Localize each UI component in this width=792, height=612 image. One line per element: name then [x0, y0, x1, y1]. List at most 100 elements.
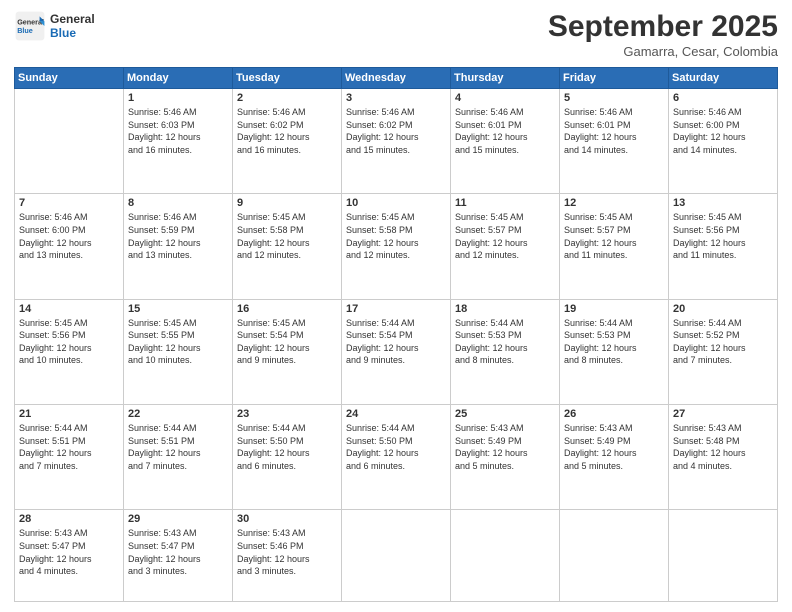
- calendar-cell: [560, 510, 669, 602]
- calendar-cell: 30Sunrise: 5:43 AM Sunset: 5:46 PM Dayli…: [233, 510, 342, 602]
- day-info: Sunrise: 5:45 AM Sunset: 5:58 PM Dayligh…: [346, 211, 446, 261]
- calendar-cell: 21 Sunrise: 5:44 AM Sunset: 5:51 PM Dayli…: [15, 404, 124, 509]
- svg-text:Blue: Blue: [17, 26, 33, 35]
- day-info: Sunrise: 5:46 AM Sunset: 6:01 PM Dayligh…: [455, 106, 555, 156]
- calendar-cell: 11Sunrise: 5:45 AM Sunset: 5:57 PM Dayli…: [451, 194, 560, 299]
- day-number: 13: [673, 197, 773, 209]
- day-number: 10: [346, 197, 446, 209]
- day-number: 24: [346, 408, 446, 420]
- day-number: 8: [128, 197, 228, 209]
- day-number: 28: [19, 513, 119, 525]
- calendar-cell: 8 Sunrise: 5:46 AM Sunset: 5:59 PM Daylig…: [124, 194, 233, 299]
- day-number: 17: [346, 303, 446, 315]
- calendar-cell: 9Sunrise: 5:45 AM Sunset: 5:58 PM Daylig…: [233, 194, 342, 299]
- day-info: Sunrise: 5:44 AM Sunset: 5:50 PM Dayligh…: [237, 422, 337, 472]
- page: General Blue General Blue September 2025…: [0, 0, 792, 612]
- month-year: September 2025: [548, 10, 778, 44]
- day-number: 29: [128, 513, 228, 525]
- day-number: 20: [673, 303, 773, 315]
- day-info: Sunrise: 5:45 AM Sunset: 5:56 PM Dayligh…: [19, 317, 119, 367]
- calendar-cell: 3 Sunrise: 5:46 AM Sunset: 6:02 PM Daylig…: [342, 89, 451, 194]
- day-number: 21: [19, 408, 119, 420]
- calendar-cell: 4Sunrise: 5:46 AM Sunset: 6:01 PM Daylig…: [451, 89, 560, 194]
- calendar-cell: [15, 89, 124, 194]
- day-info: Sunrise: 5:43 AM Sunset: 5:47 PM Dayligh…: [19, 527, 119, 577]
- calendar-week-1: 7 Sunrise: 5:46 AM Sunset: 6:00 PM Daylig…: [15, 194, 778, 299]
- day-number: 22: [128, 408, 228, 420]
- calendar-cell: 1Sunrise: 5:46 AM Sunset: 6:03 PM Daylig…: [124, 89, 233, 194]
- logo: General Blue General Blue: [14, 10, 95, 42]
- calendar-cell: 20 Sunrise: 5:44 AM Sunset: 5:52 PM Dayli…: [669, 299, 778, 404]
- calendar-week-0: 1Sunrise: 5:46 AM Sunset: 6:03 PM Daylig…: [15, 89, 778, 194]
- day-number: 2: [237, 92, 337, 104]
- day-info: Sunrise: 5:43 AM Sunset: 5:49 PM Dayligh…: [564, 422, 664, 472]
- calendar-cell: 13 Sunrise: 5:45 AM Sunset: 5:56 PM Dayli…: [669, 194, 778, 299]
- location: Gamarra, Cesar, Colombia: [548, 44, 778, 59]
- day-number: 25: [455, 408, 555, 420]
- calendar-cell: 6 Sunrise: 5:46 AM Sunset: 6:00 PM Daylig…: [669, 89, 778, 194]
- day-number: 27: [673, 408, 773, 420]
- day-info: Sunrise: 5:44 AM Sunset: 5:52 PM Dayligh…: [673, 317, 773, 367]
- day-info: Sunrise: 5:45 AM Sunset: 5:57 PM Dayligh…: [455, 211, 555, 261]
- calendar-week-2: 14 Sunrise: 5:45 AM Sunset: 5:56 PM Dayli…: [15, 299, 778, 404]
- day-number: 6: [673, 92, 773, 104]
- calendar-cell: 12 Sunrise: 5:45 AM Sunset: 5:57 PM Dayli…: [560, 194, 669, 299]
- calendar-cell: 2 Sunrise: 5:46 AM Sunset: 6:02 PM Daylig…: [233, 89, 342, 194]
- day-info: Sunrise: 5:45 AM Sunset: 5:55 PM Dayligh…: [128, 317, 228, 367]
- day-number: 14: [19, 303, 119, 315]
- col-sunday: Sunday: [15, 68, 124, 89]
- col-friday: Friday: [560, 68, 669, 89]
- day-info: Sunrise: 5:44 AM Sunset: 5:51 PM Dayligh…: [19, 422, 119, 472]
- calendar-body: 1Sunrise: 5:46 AM Sunset: 6:03 PM Daylig…: [15, 89, 778, 602]
- logo-icon: General Blue: [14, 10, 46, 42]
- calendar-cell: 19 Sunrise: 5:44 AM Sunset: 5:53 PM Dayli…: [560, 299, 669, 404]
- day-info: Sunrise: 5:46 AM Sunset: 6:02 PM Dayligh…: [346, 106, 446, 156]
- day-info: Sunrise: 5:45 AM Sunset: 5:57 PM Dayligh…: [564, 211, 664, 261]
- calendar-cell: 14 Sunrise: 5:45 AM Sunset: 5:56 PM Dayli…: [15, 299, 124, 404]
- calendar-cell: 10 Sunrise: 5:45 AM Sunset: 5:58 PM Dayli…: [342, 194, 451, 299]
- day-info: Sunrise: 5:44 AM Sunset: 5:53 PM Dayligh…: [564, 317, 664, 367]
- day-info: Sunrise: 5:43 AM Sunset: 5:47 PM Dayligh…: [128, 527, 228, 577]
- calendar-cell: [669, 510, 778, 602]
- day-number: 7: [19, 197, 119, 209]
- day-info: Sunrise: 5:46 AM Sunset: 5:59 PM Dayligh…: [128, 211, 228, 261]
- day-number: 3: [346, 92, 446, 104]
- day-number: 23: [237, 408, 337, 420]
- logo-text-general: General: [50, 12, 95, 26]
- calendar-cell: 22Sunrise: 5:44 AM Sunset: 5:51 PM Dayli…: [124, 404, 233, 509]
- day-info: Sunrise: 5:46 AM Sunset: 6:02 PM Dayligh…: [237, 106, 337, 156]
- day-number: 19: [564, 303, 664, 315]
- day-number: 1: [128, 92, 228, 104]
- calendar: Sunday Monday Tuesday Wednesday Thursday…: [14, 67, 778, 602]
- calendar-cell: [342, 510, 451, 602]
- day-info: Sunrise: 5:43 AM Sunset: 5:46 PM Dayligh…: [237, 527, 337, 577]
- calendar-cell: 18Sunrise: 5:44 AM Sunset: 5:53 PM Dayli…: [451, 299, 560, 404]
- day-info: Sunrise: 5:44 AM Sunset: 5:50 PM Dayligh…: [346, 422, 446, 472]
- calendar-week-4: 28 Sunrise: 5:43 AM Sunset: 5:47 PM Dayli…: [15, 510, 778, 602]
- day-info: Sunrise: 5:45 AM Sunset: 5:54 PM Dayligh…: [237, 317, 337, 367]
- calendar-cell: 27 Sunrise: 5:43 AM Sunset: 5:48 PM Dayli…: [669, 404, 778, 509]
- day-info: Sunrise: 5:46 AM Sunset: 6:01 PM Dayligh…: [564, 106, 664, 156]
- day-number: 16: [237, 303, 337, 315]
- calendar-cell: 15Sunrise: 5:45 AM Sunset: 5:55 PM Dayli…: [124, 299, 233, 404]
- col-saturday: Saturday: [669, 68, 778, 89]
- day-number: 5: [564, 92, 664, 104]
- day-info: Sunrise: 5:45 AM Sunset: 5:56 PM Dayligh…: [673, 211, 773, 261]
- day-info: Sunrise: 5:46 AM Sunset: 6:00 PM Dayligh…: [19, 211, 119, 261]
- calendar-week-3: 21 Sunrise: 5:44 AM Sunset: 5:51 PM Dayli…: [15, 404, 778, 509]
- day-info: Sunrise: 5:43 AM Sunset: 5:49 PM Dayligh…: [455, 422, 555, 472]
- col-wednesday: Wednesday: [342, 68, 451, 89]
- day-number: 12: [564, 197, 664, 209]
- calendar-cell: 7 Sunrise: 5:46 AM Sunset: 6:00 PM Daylig…: [15, 194, 124, 299]
- day-number: 18: [455, 303, 555, 315]
- day-number: 9: [237, 197, 337, 209]
- col-thursday: Thursday: [451, 68, 560, 89]
- calendar-cell: 26 Sunrise: 5:43 AM Sunset: 5:49 PM Dayli…: [560, 404, 669, 509]
- calendar-cell: 5 Sunrise: 5:46 AM Sunset: 6:01 PM Daylig…: [560, 89, 669, 194]
- day-number: 26: [564, 408, 664, 420]
- calendar-cell: 28 Sunrise: 5:43 AM Sunset: 5:47 PM Dayli…: [15, 510, 124, 602]
- day-info: Sunrise: 5:46 AM Sunset: 6:00 PM Dayligh…: [673, 106, 773, 156]
- day-info: Sunrise: 5:43 AM Sunset: 5:48 PM Dayligh…: [673, 422, 773, 472]
- calendar-cell: 25 Sunrise: 5:43 AM Sunset: 5:49 PM Dayli…: [451, 404, 560, 509]
- day-info: Sunrise: 5:44 AM Sunset: 5:54 PM Dayligh…: [346, 317, 446, 367]
